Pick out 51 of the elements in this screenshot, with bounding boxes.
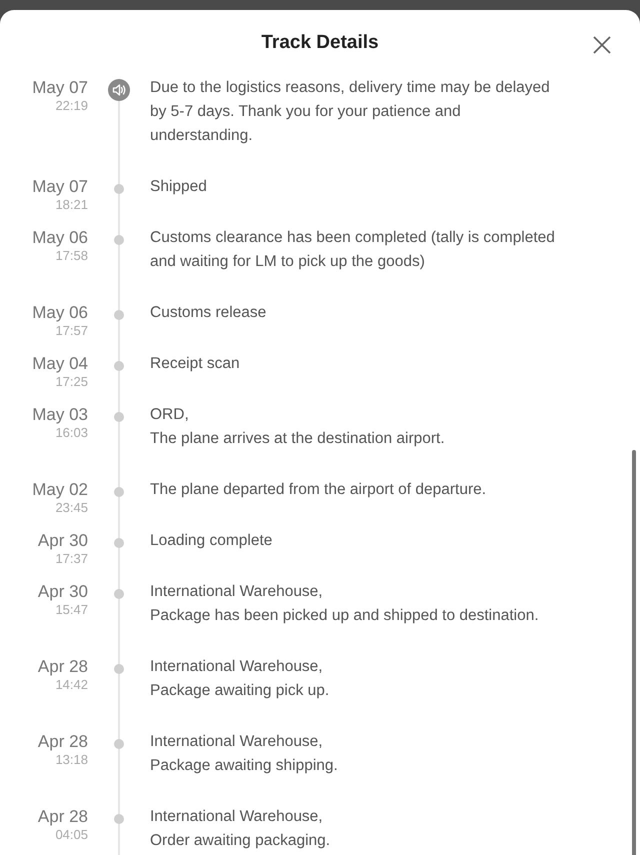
event-time: 17:57 (55, 323, 88, 339)
event-text: Customs clearance has been completed (tally is completed and waiting for LM to pick up the goods) (150, 228, 555, 272)
event-text: Shipped (150, 177, 207, 197)
timeline-dot (114, 538, 124, 548)
timeline-dot (114, 310, 124, 320)
event-text: The plane departed from the airport of departure. (150, 480, 486, 500)
event-time: 15:47 (55, 602, 88, 618)
event-text: International Warehouse, Package awaiting shipping. (150, 732, 338, 776)
event-time: 14:42 (55, 677, 88, 693)
event-date: Apr 28 (38, 657, 88, 677)
event-text: Receipt scan (150, 354, 240, 374)
timeline-dot (114, 664, 124, 674)
event-text: International Warehouse, Package has been picked up and shipped to destination. (150, 582, 539, 626)
speaker-icon (108, 79, 130, 101)
event-date: May 02 (32, 480, 88, 500)
event-time: 23:45 (55, 500, 88, 516)
event-date: Apr 28 (38, 732, 88, 752)
timeline-dot (114, 412, 124, 422)
event-text: ORD, The plane arrives at the destination airport. (150, 405, 445, 449)
event-text: Customs release (150, 303, 266, 323)
event-time: 16:03 (55, 425, 88, 441)
event-time: 18:21 (55, 197, 88, 213)
event-date: May 07 (32, 177, 88, 197)
timeline-dot (114, 814, 124, 824)
event-date: Apr 30 (38, 582, 88, 602)
event-date: May 04 (32, 354, 88, 374)
event-text: Due to the logistics reasons, delivery time may be delayed by 5-7 days. Thank you for your patience and understanding. (150, 78, 550, 146)
event-date: May 06 (32, 303, 88, 323)
timeline-dot (114, 184, 124, 194)
scrollbar[interactable] (632, 450, 636, 855)
event-date: May 07 (32, 78, 88, 98)
sheet-title: Track Details (261, 32, 379, 54)
timeline-dot (114, 739, 124, 749)
event-text: Loading complete (150, 531, 272, 551)
event-time: 22:19 (55, 98, 88, 114)
event-time: 04:05 (55, 827, 88, 843)
event-date: May 03 (32, 405, 88, 425)
event-date: May 06 (32, 228, 88, 248)
event-time: 13:18 (55, 752, 88, 768)
timeline-dot (114, 487, 124, 497)
close-icon[interactable] (592, 35, 612, 55)
event-time: 17:25 (55, 374, 88, 390)
timeline-dot (114, 361, 124, 371)
timeline-dot (114, 235, 124, 245)
event-date: Apr 28 (38, 807, 88, 827)
event-text: International Warehouse, Order awaiting packaging. (150, 807, 330, 851)
event-date: Apr 30 (38, 531, 88, 551)
timeline-dot (114, 589, 124, 599)
event-text: International Warehouse, Package awaiting pick up. (150, 657, 330, 701)
event-time: 17:58 (55, 248, 88, 264)
event-time: 17:37 (55, 551, 88, 567)
